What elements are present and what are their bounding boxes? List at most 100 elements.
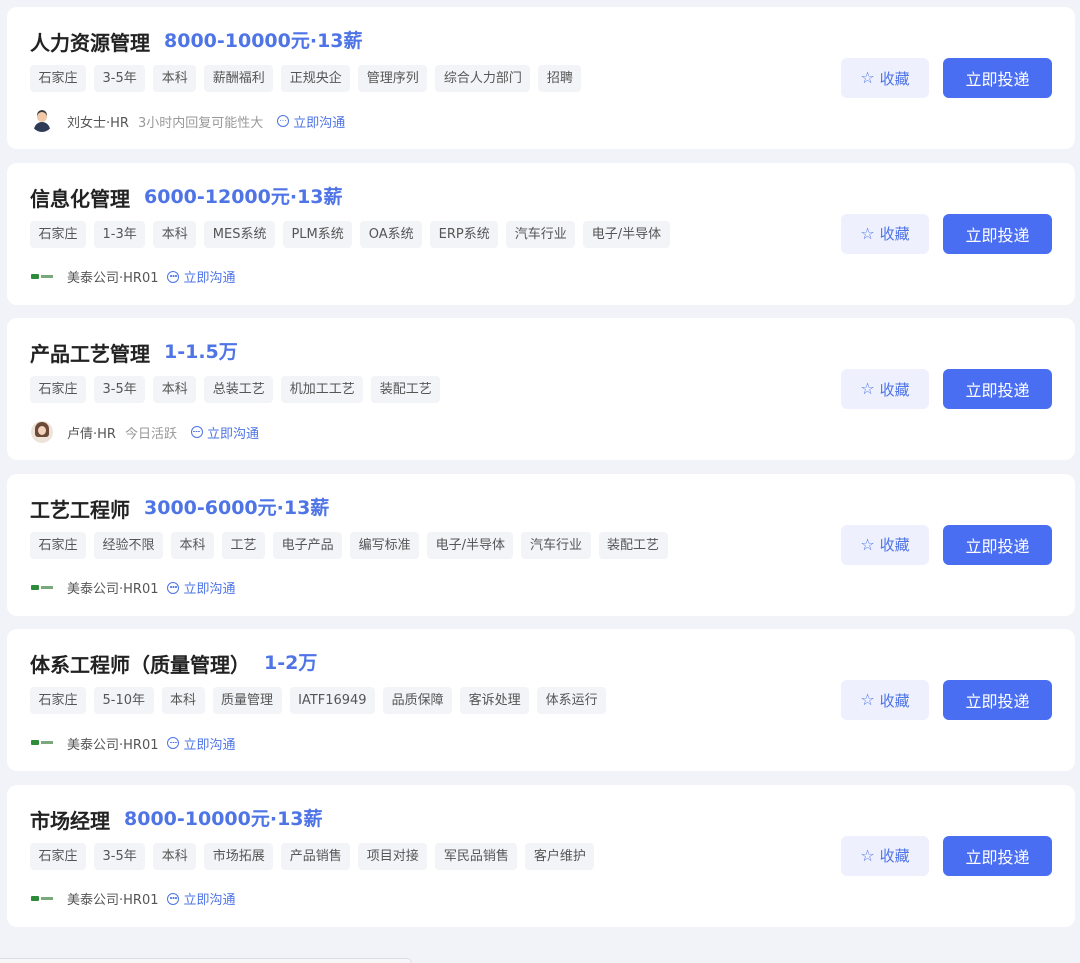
job-tag: 管理序列	[358, 65, 428, 92]
job-tag: ERP系统	[430, 220, 499, 248]
job-title[interactable]: 市场经理	[30, 805, 110, 834]
job-card[interactable]: 工艺工程师 3000-6000元·13薪石家庄 经验不限 本科 工艺 电子产品 编写标准 电子…	[7, 473, 1075, 616]
job-tag: MES系统	[204, 220, 275, 248]
chat-link[interactable]: 立即沟通	[167, 734, 236, 753]
job-card[interactable]: 信息化管理 6000-12000元·13薪石家庄 1-3年 本科 MES系统 PLM系统 O…	[7, 162, 1075, 305]
job-tag: 本科	[153, 376, 197, 403]
job-card[interactable]: 体系工程师（质量管理） 1-2万石家庄 5-10年 本科 质量管理 IATF16949 品质…	[7, 629, 1075, 771]
favorite-button[interactable]: ☆ 收藏	[841, 835, 929, 876]
job-tag: 市场拓展	[204, 842, 274, 870]
chat-link[interactable]: 立即沟通	[167, 578, 236, 597]
apply-button[interactable]: 立即投递	[943, 524, 1052, 565]
hr-avatar	[31, 110, 53, 132]
job-salary: 1-1.5万	[164, 341, 238, 363]
job-tag: 本科	[171, 531, 215, 559]
job-tag: 经验不限	[94, 531, 164, 559]
job-tag: 质量管理	[212, 687, 282, 714]
hr-name: 美泰公司·HR01	[67, 737, 159, 753]
favorite-button[interactable]: ☆ 收藏	[841, 213, 929, 254]
job-card[interactable]: 人力资源管理 8000-10000元·13薪石家庄 3-5年 本科 薪酬福利 正规央企 管理…	[7, 7, 1075, 149]
job-tag: 品质保障	[383, 687, 453, 714]
chat-link[interactable]: 立即沟通	[277, 112, 345, 131]
hr-status: 3小时内回复可能性大	[137, 115, 264, 131]
favorite-label: 收藏	[879, 691, 910, 710]
job-tag: 石家庄	[30, 531, 87, 559]
chat-label: 立即沟通	[183, 893, 236, 908]
job-card[interactable]: 产品工艺管理 1-1.5万石家庄 3-5年 本科 总装工艺 机加工工艺 装配工艺 卢倩·HR 今…	[7, 318, 1075, 460]
apply-button[interactable]: 立即投递	[943, 213, 1052, 254]
job-tag: 总装工艺	[204, 376, 274, 403]
job-tag: 产品销售	[281, 842, 351, 870]
hr-name: 美泰公司·HR01	[67, 582, 159, 597]
star-icon: ☆	[860, 68, 875, 87]
job-tags: 石家庄 1-3年 本科 MES系统 PLM系统 OA系统 ERP系统 汽车行业 电子/半导体	[30, 220, 678, 248]
job-tag: 招聘	[538, 65, 582, 92]
favorite-label: 收藏	[879, 380, 910, 399]
job-header: 信息化管理 6000-12000元·13薪	[30, 180, 343, 212]
chat-bubble-icon	[167, 892, 180, 905]
job-tag: 本科	[153, 65, 197, 92]
job-salary: 1-2万	[264, 652, 318, 674]
job-header: 工艺工程师 3000-6000元·13薪	[30, 491, 330, 523]
company-logo	[31, 577, 53, 599]
job-salary: 8000-10000元·13薪	[164, 30, 363, 52]
chat-link[interactable]: 立即沟通	[190, 423, 259, 442]
hr-info: 美泰公司·HR01 立即沟通	[31, 576, 236, 600]
favorite-button[interactable]: ☆ 收藏	[841, 680, 929, 720]
chat-link[interactable]: 立即沟通	[167, 267, 236, 286]
company-logo	[31, 732, 53, 754]
job-tag: 本科	[153, 842, 197, 870]
star-icon: ☆	[860, 534, 875, 554]
apply-button[interactable]: 立即投递	[943, 58, 1052, 98]
apply-label: 立即投递	[965, 381, 1030, 400]
job-tag: 石家庄	[30, 220, 87, 248]
job-tag: 电子/半导体	[427, 531, 514, 559]
job-title[interactable]: 产品工艺管理	[30, 338, 150, 367]
job-tag: 客诉处理	[460, 687, 530, 714]
job-tag: 薪酬福利	[204, 65, 274, 92]
chat-label: 立即沟通	[183, 737, 236, 753]
job-card[interactable]: 市场经理 8000-10000元·13薪 石家庄 3-5年 本科 市场拓展 产品销售 项目对接…	[7, 784, 1075, 927]
job-tag: 石家庄	[30, 376, 87, 403]
hr-info: 美泰公司·HR01 立即沟通	[31, 265, 236, 289]
job-tag: 机加工工艺	[281, 376, 364, 403]
job-tags: 石家庄 经验不限 本科 工艺 电子产品 编写标准 电子/半导体 汽车行业 装配工艺	[30, 531, 676, 559]
favorite-button[interactable]: ☆ 收藏	[841, 58, 929, 98]
hr-info: 卢倩·HR 今日活跃 立即沟通	[31, 420, 259, 444]
favorite-label: 收藏	[879, 847, 910, 865]
job-tag: 石家庄	[30, 842, 87, 870]
job-tags: 石家庄 3-5年 本科 总装工艺 机加工工艺 装配工艺	[30, 376, 448, 403]
apply-button[interactable]: 立即投递	[943, 680, 1052, 720]
job-tag: 3-5年	[94, 842, 146, 870]
apply-label: 立即投递	[965, 70, 1030, 89]
job-salary: 6000-12000元·13薪	[144, 185, 343, 208]
chat-link[interactable]: 立即沟通	[167, 889, 236, 908]
job-title[interactable]: 工艺工程师	[30, 494, 130, 523]
job-tag: 编写标准	[350, 531, 420, 559]
job-title[interactable]: 信息化管理	[30, 183, 130, 212]
job-header: 体系工程师（质量管理） 1-2万	[30, 646, 318, 678]
job-tags: 石家庄 3-5年 本科 薪酬福利 正规央企 管理序列 综合人力部门 招聘	[30, 65, 589, 92]
job-tag: 体系运行	[537, 687, 607, 714]
bottom-bar	[0, 958, 412, 963]
apply-button[interactable]: 立即投递	[943, 835, 1052, 876]
job-tag: 1-3年	[94, 220, 146, 248]
job-tags: 石家庄 5-10年 本科 质量管理 IATF16949 品质保障 客诉处理 体系运行	[30, 687, 614, 714]
job-tag: 本科	[161, 687, 205, 714]
favorite-button[interactable]: ☆ 收藏	[841, 524, 929, 565]
job-header: 市场经理 8000-10000元·13薪	[30, 802, 323, 834]
job-salary: 3000-6000元·13薪	[144, 496, 330, 519]
job-tag: 石家庄	[30, 65, 87, 92]
job-title[interactable]: 人力资源管理	[30, 27, 150, 56]
star-icon: ☆	[860, 223, 875, 243]
apply-button[interactable]: 立即投递	[943, 369, 1052, 409]
job-tag: OA系统	[360, 220, 423, 248]
hr-info: 美泰公司·HR01 立即沟通	[31, 731, 236, 755]
hr-name: 美泰公司·HR01	[67, 893, 159, 908]
hr-name: 美泰公司·HR01	[67, 271, 159, 286]
star-icon: ☆	[860, 379, 875, 398]
job-title[interactable]: 体系工程师（质量管理）	[30, 649, 250, 678]
company-logo	[31, 266, 53, 288]
apply-label: 立即投递	[965, 847, 1030, 867]
favorite-button[interactable]: ☆ 收藏	[841, 369, 929, 409]
